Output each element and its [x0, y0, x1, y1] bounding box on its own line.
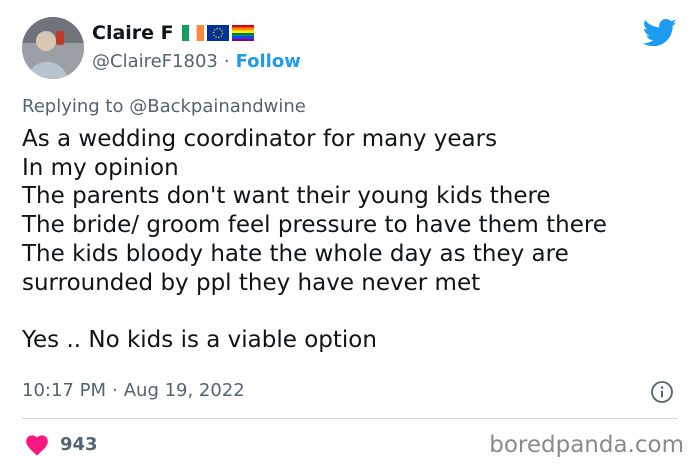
divider — [22, 418, 678, 419]
follow-button[interactable]: Follow — [236, 51, 301, 72]
tweet-line: In my opinion — [22, 154, 179, 181]
heart-icon[interactable] — [24, 432, 50, 456]
watermark: boredpanda.com — [489, 432, 684, 458]
author-handle[interactable]: @ClaireF1803 — [92, 51, 218, 72]
tweet-line: As a wedding coordinator for many years — [22, 126, 498, 152]
author-name[interactable]: Claire F — [92, 22, 174, 44]
eu-flag-icon — [206, 25, 229, 41]
handle-row: @ClaireF1803 · Follow — [92, 51, 301, 72]
author-row: Claire F — [92, 22, 254, 44]
twitter-bird-icon[interactable] — [643, 18, 677, 48]
tweet-time: 10:17 PM — [22, 380, 106, 401]
like-action[interactable]: 943 — [24, 432, 98, 456]
tweet-line: The bride/ groom feel pressure to have t… — [22, 212, 607, 239]
separator-dot: · — [223, 51, 230, 72]
tweet-line: The parents don't want their young kids … — [22, 183, 551, 210]
reply-mention-link[interactable]: @Backpainandwine — [129, 96, 306, 117]
tweet-line: Yes .. No kids is a viable option — [22, 326, 377, 353]
tweet-line: surrounded by ppl they have never met — [22, 269, 481, 296]
avatar[interactable] — [22, 17, 84, 79]
tweet-line: The kids bloody hate the whole day as th… — [22, 240, 569, 267]
reply-context: Replying to @Backpainandwine — [22, 96, 306, 117]
tweet-timestamp[interactable]: 10:17 PM · Aug 19, 2022 — [22, 380, 245, 401]
tweet-text: As a wedding coordinator for many years … — [22, 125, 607, 355]
separator-dot: · — [111, 380, 118, 401]
tweet-date: Aug 19, 2022 — [123, 380, 245, 401]
rainbow-flag-icon — [231, 25, 254, 41]
info-icon[interactable] — [650, 380, 674, 404]
ireland-flag-icon — [181, 25, 204, 41]
flag-emojis — [181, 25, 254, 41]
reply-prefix: Replying to — [22, 96, 124, 117]
like-count: 943 — [60, 433, 98, 455]
